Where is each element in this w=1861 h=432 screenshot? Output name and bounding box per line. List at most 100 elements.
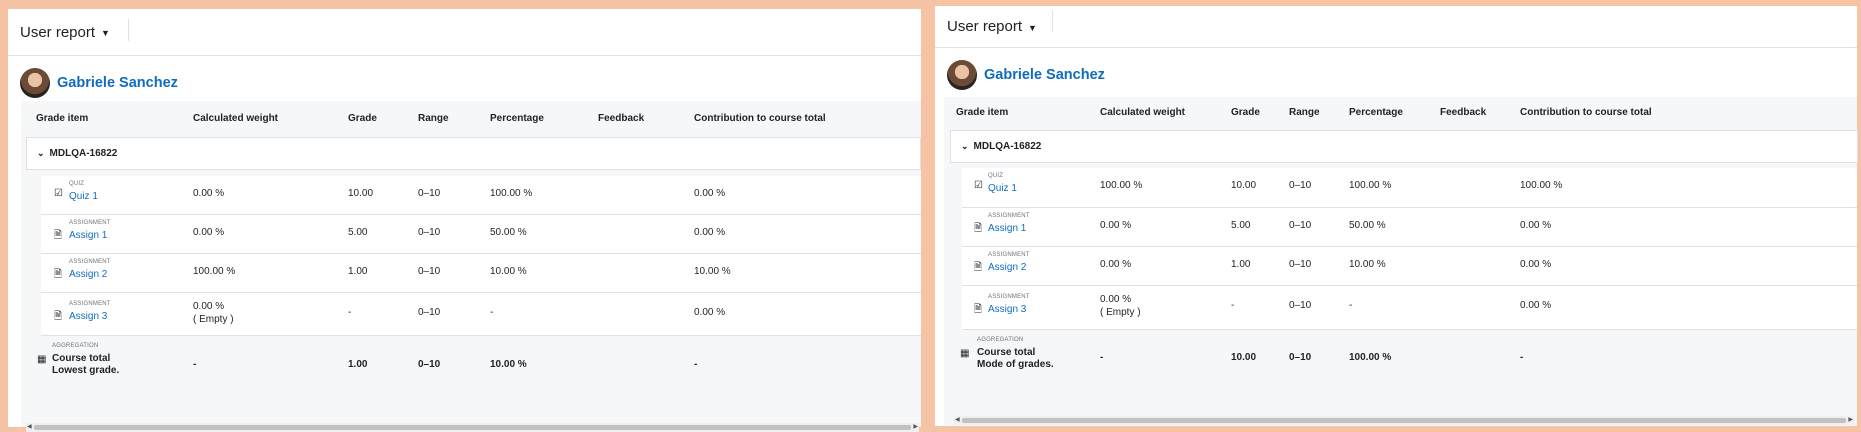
table-header: Grade item Calculated weight Grade Range… bbox=[944, 97, 1857, 129]
weight-cell: 0.00 % bbox=[1100, 259, 1132, 270]
weight-cell: 100.00 % bbox=[193, 266, 236, 277]
percentage-cell: 100.00 % bbox=[490, 188, 533, 199]
assignment-icon: 🗎 bbox=[974, 262, 983, 273]
table-row: 🗎 ASSIGNMENT Assign 2 0.00 % 1.00 0–10 1… bbox=[962, 247, 1857, 286]
total-name: Course total bbox=[52, 353, 111, 364]
range-cell: 0–10 bbox=[418, 188, 441, 199]
item-type: ASSIGNMENT bbox=[988, 252, 1030, 258]
weight-cell: 0.00 % bbox=[193, 301, 225, 312]
category-row[interactable]: ⌄ MDLQA-16822 bbox=[950, 130, 1858, 163]
contribution-cell: 0.00 % bbox=[694, 188, 726, 199]
percentage-cell: - bbox=[490, 307, 494, 318]
range-cell: 0–10 bbox=[418, 359, 441, 370]
course-total-row: ▦ AGGREGATION Course total Mode of grade… bbox=[950, 331, 1856, 379]
range-cell: 0–10 bbox=[418, 307, 441, 318]
scroll-left-icon[interactable]: ◀ bbox=[955, 416, 960, 425]
grade-table: Grade item Calculated weight Grade Range… bbox=[21, 101, 921, 432]
grade-cell: 1.00 bbox=[348, 266, 368, 277]
category-row[interactable]: ⌄ MDLQA-16822 bbox=[26, 137, 921, 170]
course-total-row: ▦ AGGREGATION Course total Lowest grade.… bbox=[26, 337, 921, 385]
chevron-down-icon: ▼ bbox=[1028, 22, 1037, 33]
total-name: Course total bbox=[977, 347, 1036, 358]
item-type: AGGREGATION bbox=[52, 343, 99, 349]
avatar[interactable] bbox=[20, 68, 50, 98]
horizontal-scrollbar[interactable]: ◀ ▶ bbox=[954, 416, 1854, 425]
grade-cell: 1.00 bbox=[348, 359, 368, 370]
scrollbar-thumb[interactable] bbox=[962, 418, 1846, 423]
user-heading: Gabriele Sanchez bbox=[8, 68, 921, 98]
col-contribution: Contribution to course total bbox=[694, 113, 826, 124]
percentage-cell: 10.00 % bbox=[490, 266, 527, 277]
horizontal-scrollbar[interactable]: ◀ ▶ bbox=[26, 423, 919, 432]
item-link[interactable]: Assign 2 bbox=[69, 269, 107, 280]
item-link[interactable]: Quiz 1 bbox=[69, 191, 98, 202]
user-name-link[interactable]: Gabriele Sanchez bbox=[984, 67, 1105, 83]
report-header: User report ▼ bbox=[935, 6, 1857, 48]
contribution-cell: - bbox=[1520, 352, 1524, 363]
item-type: QUIZ bbox=[69, 181, 85, 187]
item-link[interactable]: Assign 1 bbox=[988, 223, 1026, 234]
scroll-right-icon[interactable]: ▶ bbox=[1848, 416, 1853, 425]
scroll-right-icon[interactable]: ▶ bbox=[913, 423, 918, 432]
table-row: 🗎 ASSIGNMENT Assign 1 0.00 % 5.00 0–10 5… bbox=[41, 215, 921, 254]
header-divider bbox=[128, 19, 129, 41]
avatar[interactable] bbox=[947, 60, 977, 90]
item-link[interactable]: Assign 1 bbox=[69, 230, 107, 241]
col-feedback: Feedback bbox=[598, 113, 645, 124]
table-row: 🗎 ASSIGNMENT Assign 1 0.00 % 5.00 0–10 5… bbox=[962, 208, 1857, 247]
col-percentage: Percentage bbox=[1349, 107, 1403, 118]
table-row: 🗎 ASSIGNMENT Assign 2 100.00 % 1.00 0–10… bbox=[41, 254, 921, 293]
percentage-cell: 100.00 % bbox=[1349, 352, 1392, 363]
item-type: ASSIGNMENT bbox=[988, 294, 1030, 300]
contribution-cell: 0.00 % bbox=[694, 307, 726, 318]
grade-cell: - bbox=[348, 307, 352, 318]
scroll-left-icon[interactable]: ◀ bbox=[27, 423, 32, 432]
user-report-panel-right: User report ▼ Gabriele Sanchez Grade ite… bbox=[935, 6, 1858, 426]
item-type: AGGREGATION bbox=[977, 337, 1024, 343]
aggregation-method: Lowest grade. bbox=[52, 365, 120, 376]
table-row: 🗎 ASSIGNMENT Assign 3 0.00 % ( Empty ) -… bbox=[41, 293, 921, 336]
quiz-check-icon: ☑ bbox=[974, 180, 983, 191]
item-link[interactable]: Assign 3 bbox=[988, 304, 1026, 315]
quiz-check-icon: ☑ bbox=[54, 188, 63, 199]
weight-cell: 0.00 % bbox=[193, 188, 225, 199]
item-link[interactable]: Assign 2 bbox=[988, 262, 1026, 273]
item-type: ASSIGNMENT bbox=[988, 213, 1030, 219]
chevron-down-icon[interactable]: ⌄ bbox=[37, 148, 45, 159]
weight-cell: - bbox=[193, 359, 197, 370]
weight-cell: 0.00 % bbox=[1100, 294, 1132, 305]
col-range: Range bbox=[418, 113, 449, 124]
grade-cell: 10.00 bbox=[348, 188, 374, 199]
item-link[interactable]: Assign 3 bbox=[69, 311, 107, 322]
range-cell: 0–10 bbox=[1289, 300, 1312, 311]
contribution-cell: 10.00 % bbox=[694, 266, 731, 277]
assignment-icon: 🗎 bbox=[54, 311, 63, 322]
scrollbar-thumb[interactable] bbox=[34, 425, 911, 430]
report-selector[interactable]: User report ▼ bbox=[947, 18, 1037, 35]
report-header: User report ▼ bbox=[8, 9, 921, 56]
chevron-down-icon[interactable]: ⌄ bbox=[961, 141, 969, 152]
table-row: 🗎 ASSIGNMENT Assign 3 0.00 % ( Empty ) -… bbox=[962, 286, 1857, 330]
weight-cell: 0.00 % bbox=[193, 227, 225, 238]
report-selector[interactable]: User report ▼ bbox=[20, 24, 110, 41]
percentage-cell: 50.00 % bbox=[1349, 220, 1386, 231]
range-cell: 0–10 bbox=[1289, 220, 1312, 231]
user-heading: Gabriele Sanchez bbox=[935, 60, 1857, 90]
user-report-panel-left: User report ▼ Gabriele Sanchez Grade ite… bbox=[8, 9, 921, 432]
weight-empty-note: ( Empty ) bbox=[1100, 307, 1141, 318]
assignment-icon: 🗎 bbox=[54, 269, 63, 280]
contribution-cell: - bbox=[694, 359, 698, 370]
item-link[interactable]: Quiz 1 bbox=[988, 183, 1017, 194]
col-grade-item: Grade item bbox=[36, 113, 89, 124]
user-name-link[interactable]: Gabriele Sanchez bbox=[57, 75, 178, 91]
col-grade: Grade bbox=[348, 113, 377, 124]
col-contribution: Contribution to course total bbox=[1520, 107, 1652, 118]
grade-cell: 5.00 bbox=[348, 227, 368, 238]
grade-cell: 10.00 bbox=[1231, 180, 1257, 191]
contribution-cell: 0.00 % bbox=[694, 227, 726, 238]
item-type: QUIZ bbox=[988, 173, 1004, 179]
report-title: User report bbox=[947, 18, 1023, 35]
range-cell: 0–10 bbox=[418, 266, 441, 277]
header-divider bbox=[1052, 10, 1053, 32]
table-header: Grade item Calculated weight Grade Range… bbox=[21, 101, 921, 133]
